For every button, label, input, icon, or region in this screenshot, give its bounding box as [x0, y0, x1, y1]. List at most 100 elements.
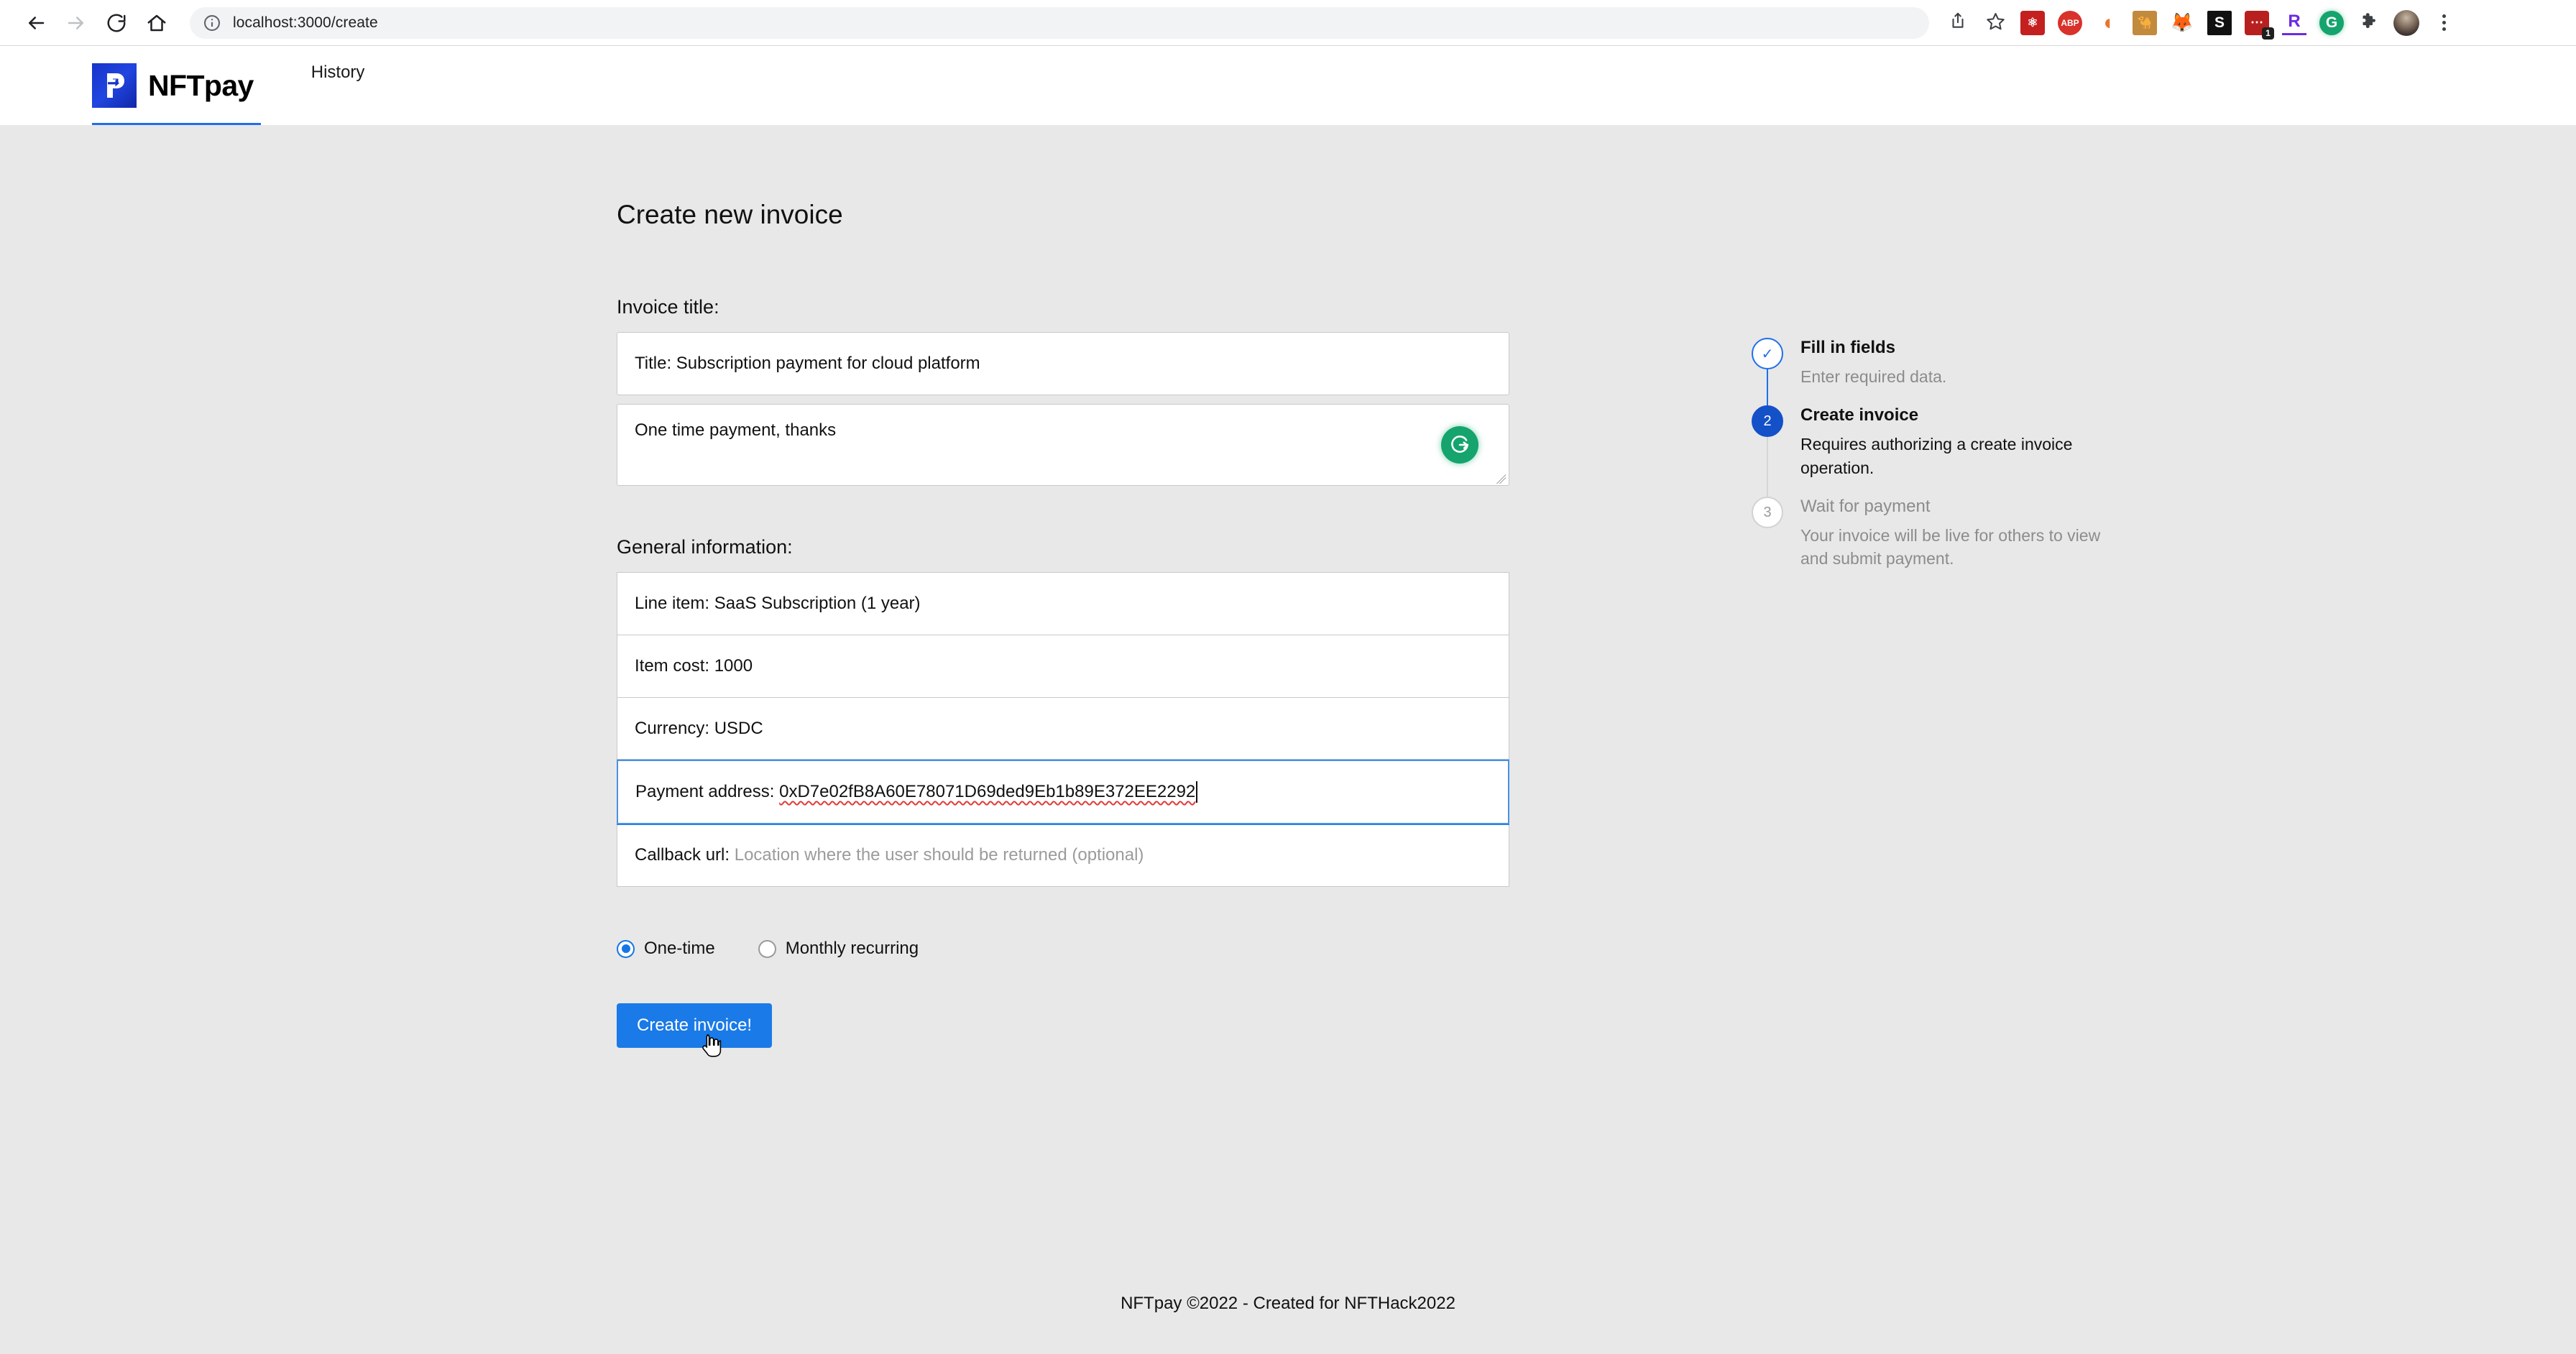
home-button[interactable] — [137, 3, 177, 43]
step-2-marker: 2 — [1752, 405, 1783, 438]
step-1-desc: Enter required data. — [1800, 367, 1947, 386]
radio-one-time-indicator[interactable] — [617, 939, 635, 958]
chrome-menu-button[interactable] — [2425, 4, 2462, 42]
payment-address-input[interactable]: Payment address: 0xD7e02fB8A60E78071D69d… — [617, 760, 1509, 824]
sourcegraph-s-icon: S — [2207, 10, 2232, 35]
brand-name: NFTpay — [148, 68, 254, 102]
payment-address-value: 0xD7e02fB8A60E78071D69ded9Eb1b89E372EE22… — [779, 782, 1196, 801]
step-3-body: Wait for payment Your invoice will be li… — [1800, 497, 2125, 588]
puzzle-piece-icon — [2360, 11, 2379, 34]
invoice-title-section-label: Invoice title: — [617, 296, 719, 318]
content-area: Create new invoice Invoice title: Title:… — [0, 125, 2576, 1057]
extension-button-3[interactable]: 🐪 — [2126, 4, 2163, 42]
currency-value: USDC — [714, 719, 763, 738]
invoice-description-value: One time payment, thanks — [635, 420, 837, 440]
submit-row: Create invoice! — [617, 1003, 1509, 1057]
forward-button[interactable] — [56, 3, 96, 43]
reload-button[interactable] — [96, 3, 137, 43]
resize-grip-icon[interactable] — [1495, 472, 1506, 484]
step-create-invoice: 2 Create invoice Requires authorizing a … — [1752, 405, 2125, 497]
step-1-title: Fill in fields — [1800, 338, 1896, 357]
home-icon — [146, 12, 167, 34]
radio-monthly-recurring-label: Monthly recurring — [785, 939, 919, 958]
info-circle-icon[interactable] — [203, 14, 221, 32]
extension-button-0[interactable]: ⚛ — [2014, 4, 2051, 42]
extension-button-4[interactable]: 🦊 — [2163, 4, 2201, 42]
extension-button-6[interactable]: ⋯ 1 — [2238, 4, 2276, 42]
invoice-description-textarea[interactable]: One time payment, thanks — [617, 404, 1509, 486]
metamask-fox-icon: 🦊 — [2170, 10, 2194, 35]
camel-book-icon: 🐪 — [2133, 10, 2157, 35]
step-connector-2 — [1767, 437, 1768, 497]
profile-button[interactable] — [2388, 4, 2425, 42]
page-body: Create new invoice Invoice title: Title:… — [0, 125, 2576, 1354]
step-1-body: Fill in fields Enter required data. — [1800, 338, 2125, 405]
callback-url-placeholder: Location where the user should be return… — [734, 845, 1144, 865]
radio-one-time-label: One-time — [644, 939, 715, 958]
step-3-title: Wait for payment — [1800, 497, 1931, 517]
nav-item-history[interactable]: History — [311, 63, 365, 83]
extensions-button[interactable] — [2350, 4, 2388, 42]
payment-type-radio-group: One-time Monthly recurring — [617, 939, 1509, 959]
profile-avatar — [2393, 9, 2419, 36]
site-footer: NFTpay ©2022 - Created for NFTHack2022 — [1121, 1294, 1455, 1313]
url-text: localhost:3000/create — [233, 14, 378, 31]
page-title: Create new invoice — [617, 200, 843, 229]
grammarly-icon[interactable] — [1441, 426, 1478, 464]
kebab-menu-icon — [2442, 14, 2446, 31]
step-3-marker: 3 — [1752, 497, 1783, 529]
step-rail-3: 3 — [1752, 497, 1783, 588]
share-icon — [1949, 11, 1967, 34]
radio-monthly-recurring-indicator[interactable] — [758, 939, 776, 958]
line-item-input[interactable]: Line item: SaaS Subscription (1 year) — [617, 572, 1509, 635]
payment-address-label: Payment address: — [635, 782, 775, 801]
progress-stepper: ✓ Fill in fields Enter required data. 2 … — [1752, 200, 2125, 1048]
radio-option-monthly-recurring[interactable]: Monthly recurring — [758, 939, 919, 959]
address-bar[interactable]: localhost:3000/create — [190, 6, 1929, 39]
currency-input[interactable]: Currency: USDC — [617, 697, 1509, 760]
step-2-body: Create invoice Requires authorizing a cr… — [1800, 405, 2125, 497]
invoice-title-input[interactable]: Title: Subscription payment for cloud pl… — [617, 332, 1509, 395]
extension-button-7[interactable]: R — [2276, 4, 2313, 42]
grammarly-extension-icon: G — [2319, 10, 2344, 35]
invoice-form: Create new invoice Invoice title: Title:… — [617, 200, 1509, 1057]
extension-red-molecule-icon: ⚛ — [2020, 10, 2045, 35]
create-invoice-button[interactable]: Create invoice! — [617, 1003, 773, 1048]
bookmark-button[interactable] — [1977, 4, 2014, 42]
step-rail-1: ✓ — [1752, 338, 1783, 406]
step-wait-for-payment: 3 Wait for payment Your invoice will be … — [1752, 497, 2125, 588]
browser-action-icons: ⚛ ABP ◖ 🐪 🦊 S ⋯ 1 R G — [1939, 4, 2462, 42]
adblock-plus-icon: ABP — [2058, 10, 2082, 35]
general-section-label: General information: — [617, 536, 793, 558]
item-cost-value: 1000 — [714, 656, 753, 676]
back-arrow-icon — [25, 12, 47, 34]
extension-button-5[interactable]: S — [2201, 4, 2238, 42]
invoice-title-value: Title: Subscription payment for cloud pl… — [635, 354, 980, 373]
text-caret — [1196, 781, 1198, 803]
general-information-section: General information: Line item: SaaS Sub… — [617, 536, 1509, 887]
step-rail-2: 2 — [1752, 405, 1783, 497]
extension-button-2[interactable]: ◖ — [2089, 4, 2126, 42]
step-3-desc: Your invoice will be live for others to … — [1800, 525, 2101, 568]
item-cost-label: Item cost: — [635, 656, 710, 676]
radio-option-one-time[interactable]: One-time — [617, 939, 715, 959]
back-button[interactable] — [16, 3, 56, 43]
extension-badge-count: 1 — [2262, 27, 2274, 40]
item-cost-input[interactable]: Item cost: 1000 — [617, 635, 1509, 698]
nftpay-logo-icon — [92, 63, 137, 108]
line-item-value: SaaS Subscription (1 year) — [714, 594, 921, 613]
callback-url-input[interactable]: Callback url: Location where the user sh… — [617, 824, 1509, 887]
browser-toolbar: localhost:3000/create ⚛ ABP ◖ 🐪 🦊 S ⋯ 1 … — [0, 0, 2576, 46]
brand-home-link[interactable]: NFTpay — [92, 48, 261, 127]
forward-arrow-icon — [65, 12, 87, 34]
extension-button-8[interactable]: G — [2313, 4, 2350, 42]
site-header-inner: NFTpay History — [0, 46, 365, 127]
letter-r-icon: R — [2282, 10, 2306, 35]
orange-swirl-icon: ◖ — [2095, 10, 2120, 35]
callback-url-label: Callback url: — [635, 845, 730, 865]
site-header: NFTpay History — [0, 46, 2576, 127]
line-item-label: Line item: — [635, 594, 710, 613]
extension-button-1[interactable]: ABP — [2051, 4, 2089, 42]
share-button[interactable] — [1939, 4, 1977, 42]
red-notes-icon: ⋯ 1 — [2245, 10, 2274, 40]
